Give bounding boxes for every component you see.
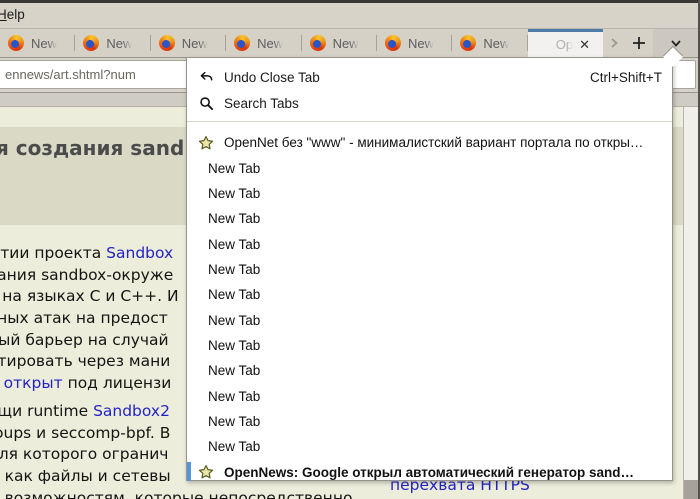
menu-tab-item[interactable]: New Tab	[187, 307, 672, 332]
tab-new-tab[interactable]: New	[75, 29, 152, 57]
tab-new-tab[interactable]: New	[452, 29, 529, 57]
article-text: под лицензи	[62, 374, 172, 393]
chevron-right-icon	[611, 38, 619, 48]
search-icon	[198, 95, 214, 111]
menu-tab-item[interactable]: New Tab	[187, 181, 672, 206]
tab-title: New	[106, 35, 133, 51]
browser-window: Help New New New New New New New Op ✕ ennew	[0, 0, 700, 499]
menu-tab-item-label: OpenNews: Google открыл автоматический г…	[224, 464, 635, 480]
close-tab-icon[interactable]: ✕	[579, 38, 590, 51]
tab-title: New	[483, 35, 510, 51]
url-text: ennews/art.shtml?num	[5, 67, 136, 82]
menu-item-label: Search Tabs	[224, 95, 299, 111]
article-text: к на языках C и C++. И	[0, 287, 179, 306]
menu-tab-item[interactable]: New Tab	[187, 282, 672, 307]
star-icon	[535, 37, 551, 53]
tab-active-opennews[interactable]: Op ✕	[527, 29, 603, 57]
menu-tab-item-label: New Tab	[208, 236, 261, 252]
firefox-icon	[234, 35, 251, 51]
article-text: ный барьер на случай	[0, 330, 169, 349]
scroll-tabs-right-button[interactable]	[603, 29, 626, 57]
menu-tab-item[interactable]: New Tab	[187, 231, 672, 256]
menu-tab-item-label: New Tab	[208, 337, 261, 353]
menu-tab-item[interactable]: New Tab	[187, 358, 672, 383]
tab-title: New	[332, 35, 359, 51]
menu-item-label: Undo Close Tab	[224, 69, 320, 85]
menu-tab-item[interactable]: New Tab	[187, 409, 672, 434]
article-text: ытии проекта	[0, 244, 102, 262]
article-link[interactable]: Sandbox2	[93, 402, 170, 420]
open-tabs-list: OpenNet без "www" - минималистский вариа…	[187, 127, 672, 485]
help-menu[interactable]: Help	[0, 7, 25, 22]
tab-new-tab[interactable]: New	[226, 29, 302, 57]
menu-tab-item[interactable]: New Tab	[187, 333, 672, 358]
star-icon	[198, 135, 214, 151]
firefox-icon	[460, 35, 477, 51]
article-text: для которого огранич	[0, 445, 169, 464]
article-text: ьных атак на предост	[0, 309, 168, 328]
menu-tab-item-label: New Tab	[208, 160, 261, 176]
window-top-border	[0, 0, 700, 3]
menu-tab-item[interactable]: New Tab	[187, 434, 672, 459]
scrollbar-thumb[interactable]	[684, 480, 699, 499]
article-link[interactable]: Sandbox	[106, 244, 173, 262]
article-text: ощи runtime	[0, 401, 89, 420]
star-icon	[198, 135, 214, 151]
tab-new-tab[interactable]: New	[302, 29, 378, 57]
menu-bar: Help	[0, 3, 700, 29]
article-text: м как файлы и сетевы	[0, 466, 171, 485]
menu-tab-item[interactable]: New Tab	[187, 383, 672, 408]
menu-item-undo-close-tab[interactable]: Undo Close Tab Ctrl+Shift+T	[187, 64, 672, 90]
tab-title: New	[257, 35, 284, 51]
firefox-icon	[384, 35, 401, 51]
tab-new-tab[interactable]: New	[377, 29, 453, 57]
article-text: м возможностям, которые непосредственно	[0, 488, 353, 499]
article-text: атировать через мани	[0, 352, 171, 371]
page-scrollbar[interactable]	[683, 105, 699, 499]
menu-tab-item-label: New Tab	[208, 287, 261, 303]
menu-tab-item[interactable]: New Tab	[187, 206, 672, 231]
menu-separator	[187, 121, 672, 122]
article-title: я создания sand	[0, 136, 185, 160]
menu-item-shortcut: Ctrl+Shift+T	[589, 69, 662, 85]
menu-tab-item-label: New Tab	[208, 185, 261, 201]
menu-tab-item-label: New Tab	[208, 413, 261, 429]
menu-tab-item[interactable]: New Tab	[187, 155, 672, 180]
article-text-line: м возможностям, которые непосредственно	[0, 488, 352, 499]
tab-bar: New New New New New New New Op ✕	[0, 29, 700, 58]
tab-new-tab[interactable]: New	[0, 29, 76, 57]
star-icon	[198, 464, 214, 480]
firefox-icon	[8, 35, 24, 51]
menu-tab-item-label: New Tab	[208, 261, 261, 277]
menu-tab-item[interactable]: OpenNews: Google открыл автоматический г…	[187, 459, 672, 484]
undo-icon	[198, 69, 214, 85]
firefox-icon	[83, 35, 100, 51]
plus-icon	[633, 37, 646, 49]
menu-item-search-tabs[interactable]: Search Tabs	[187, 90, 672, 116]
menu-tab-item-label: New Tab	[208, 363, 261, 379]
tab-title: New	[31, 35, 58, 51]
article-text: roups и seccomp-bpf. В	[0, 423, 171, 442]
tab-title: New	[181, 35, 208, 51]
firefox-icon	[309, 35, 326, 51]
star-icon	[198, 464, 214, 480]
tabs-dropdown-menu: Undo Close Tab Ctrl+Shift+T Search Tabs …	[186, 57, 673, 482]
article-text: вания sandbox-окруже	[0, 265, 174, 284]
menu-tab-item[interactable]: New Tab	[187, 257, 672, 282]
menu-tab-item-label: OpenNet без "www" - минималистский вариа…	[224, 135, 644, 151]
tab-title: Op	[555, 37, 574, 52]
firefox-icon	[158, 35, 175, 51]
menu-tab-item[interactable]: OpenNet без "www" - минималистский вариа…	[187, 130, 672, 155]
new-tabs-group: New New New New New New New	[0, 29, 529, 57]
menu-tab-item-label: New Tab	[208, 211, 261, 227]
open-new-tab-button[interactable]	[626, 29, 653, 57]
article-link[interactable]: открыт	[4, 374, 63, 392]
menu-tab-item-label: New Tab	[208, 388, 261, 404]
tab-new-tab[interactable]: New	[151, 29, 227, 57]
menu-tab-item-label: New Tab	[208, 439, 261, 455]
tab-title: New	[407, 35, 434, 51]
menu-tab-item-label: New Tab	[208, 312, 261, 328]
